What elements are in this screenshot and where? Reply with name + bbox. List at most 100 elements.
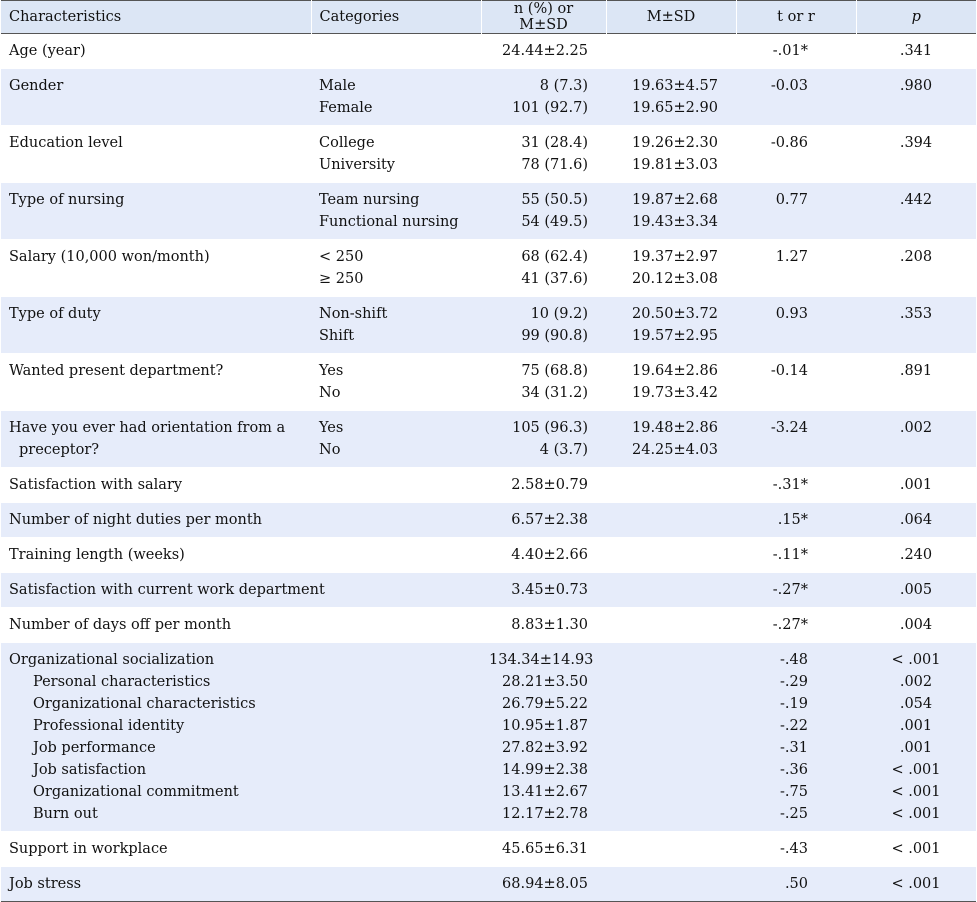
cell-t-or-r: -0.86 [736, 126, 856, 183]
cell-line: Non-shift [319, 306, 388, 322]
table-row: Type of duty Non-shift Shift 10 (9.2) 99 (90… [1, 296, 976, 354]
cell-line: 34 (31.2) [521, 385, 588, 401]
cell-n-percent: 24.44±2.25 [481, 34, 606, 69]
cell-line: .50 [784, 876, 808, 892]
table-row: Salary (10,000 won/month) < 250 ≥ 250 68 (6… [1, 240, 976, 297]
cell-p: .004 [856, 608, 976, 643]
cell-line: 45.65±6.31 [502, 841, 588, 857]
cell-n-percent: 31 (28.4) 78 (71.6) [481, 126, 606, 183]
cell-line: 134.34±14.93 [489, 652, 594, 668]
cell-line: 19.81±3.03 [632, 157, 718, 173]
cell-line: 20.50±3.72 [632, 306, 718, 322]
cell-line: 68 (62.4) [521, 249, 588, 265]
cell-characteristic: Salary (10,000 won/month) [1, 240, 311, 297]
cell-line: -.25 [780, 806, 808, 822]
cell-line: -.27* [772, 617, 808, 633]
cell-mean-sd: 19.26±2.30 19.81±3.03 [606, 126, 736, 183]
cell-line: Age (year) [9, 43, 86, 59]
cell-line: < .001 [891, 806, 941, 822]
cell-line: 41 (37.6) [521, 271, 588, 287]
cell-n-percent: 3.45±0.73 [481, 573, 606, 608]
cell-line: No [319, 442, 341, 458]
cell-line: 8 (7.3) [539, 78, 588, 94]
cell-n-percent: 6.57±2.38 [481, 503, 606, 538]
cell-mean-sd [606, 34, 736, 69]
cell-p: .002 [856, 411, 976, 468]
cell-line: .054 [899, 696, 933, 712]
cell-p: < .001 .002 .054 .001 .001 < .001 < .001 < .001 [856, 643, 976, 832]
cell-mean-sd [606, 573, 736, 608]
cell-line: 101 (92.7) [512, 100, 588, 116]
cell-line: 20.12±3.08 [632, 271, 718, 287]
cell-characteristic: Job stress [1, 867, 311, 902]
cell-line: 19.48±2.86 [632, 420, 718, 436]
cell-line: Functional nursing [319, 214, 459, 230]
cell-t-or-r: -.11* [736, 538, 856, 573]
cell-t-or-r: 1.27 [736, 240, 856, 297]
cell-category [311, 538, 481, 573]
cell-line: 0.77 [775, 192, 808, 208]
header-mean-sd: M±SD [605, 0, 736, 34]
cell-line: Organizational socialization [9, 652, 215, 668]
cell-t-or-r: -0.14 [736, 354, 856, 411]
cell-line: -.01* [772, 43, 808, 59]
cell-line: preceptor? [19, 442, 100, 458]
cell-characteristic: Education level [1, 126, 311, 183]
cell-line: .004 [899, 617, 933, 633]
cell-line: 10.95±1.87 [502, 718, 588, 734]
cell-line: .353 [899, 306, 933, 322]
cell-mean-sd [606, 832, 736, 867]
cell-line: .002 [899, 674, 933, 690]
table-row: Wanted present department? Yes No 75 (68.8)… [1, 354, 976, 411]
cell-line: .001 [899, 740, 933, 756]
cell-line: 24.25±4.03 [632, 442, 718, 458]
cell-line: 19.43±3.34 [632, 214, 718, 230]
table-header-row: Characteristics Categories n (%) or M±SD… [1, 0, 976, 34]
cell-line: < .001 [891, 784, 941, 800]
cell-line: -.36 [780, 762, 808, 778]
cell-t-or-r: -3.24 [736, 411, 856, 468]
table-body: Age (year) 24.44±2.25 -.01* .341 Gender Male F… [1, 34, 976, 902]
cell-mean-sd [606, 867, 736, 902]
cell-characteristic: Gender [1, 69, 311, 126]
cell-line: Yes [319, 363, 344, 379]
cell-characteristic: Satisfaction with salary [1, 468, 311, 503]
cell-p: .208 [856, 240, 976, 297]
cell-p: < .001 [856, 867, 976, 902]
cell-line: Gender [9, 78, 64, 94]
header-p: p [855, 0, 976, 34]
cell-line: .394 [899, 135, 933, 151]
cell-line: 68.94±8.05 [502, 876, 588, 892]
cell-line: -.27* [772, 582, 808, 598]
cell-line: -.75 [780, 784, 808, 800]
cell-line: .15* [777, 512, 808, 528]
cell-mean-sd: 19.64±2.86 19.73±3.42 [606, 354, 736, 411]
cell-line: .341 [899, 43, 933, 59]
table-row: Have you ever had orientation from a prec… [1, 410, 976, 468]
cell-category: Yes No [311, 411, 481, 468]
cell-characteristic: Age (year) [1, 34, 311, 69]
cell-characteristic: Support in workplace [1, 832, 311, 867]
table-row: Training length (weeks) 4.40±2.66 -.11* .24… [1, 538, 976, 573]
table-row: Number of days off per month 8.83±1.30 -.2… [1, 608, 976, 643]
cell-line: 6.57±2.38 [511, 512, 588, 528]
cell-line: 24.44±2.25 [502, 43, 588, 59]
cell-p: .394 [856, 126, 976, 183]
cell-characteristic: Number of night duties per month [1, 503, 311, 538]
cell-category [311, 503, 481, 538]
cell-t-or-r: -.27* [736, 573, 856, 608]
table-row: Education level College University 31 (28.4… [1, 126, 976, 183]
cell-line: Type of duty [9, 306, 101, 322]
table-row: Satisfaction with current work departmen… [1, 572, 976, 608]
cell-line: 1.27 [775, 249, 808, 265]
cell-characteristic: Type of nursing [1, 183, 311, 240]
cell-line: 28.21±3.50 [502, 674, 588, 690]
cell-line: .001 [899, 477, 933, 493]
table-row: Age (year) 24.44±2.25 -.01* .341 [1, 34, 976, 69]
cell-line: Support in workplace [9, 841, 168, 857]
cell-line: 4 (3.7) [539, 442, 588, 458]
cell-t-or-r: 0.77 [736, 183, 856, 240]
cell-line: Female [319, 100, 373, 116]
cell-category [311, 867, 481, 902]
cell-t-or-r: -.27* [736, 608, 856, 643]
